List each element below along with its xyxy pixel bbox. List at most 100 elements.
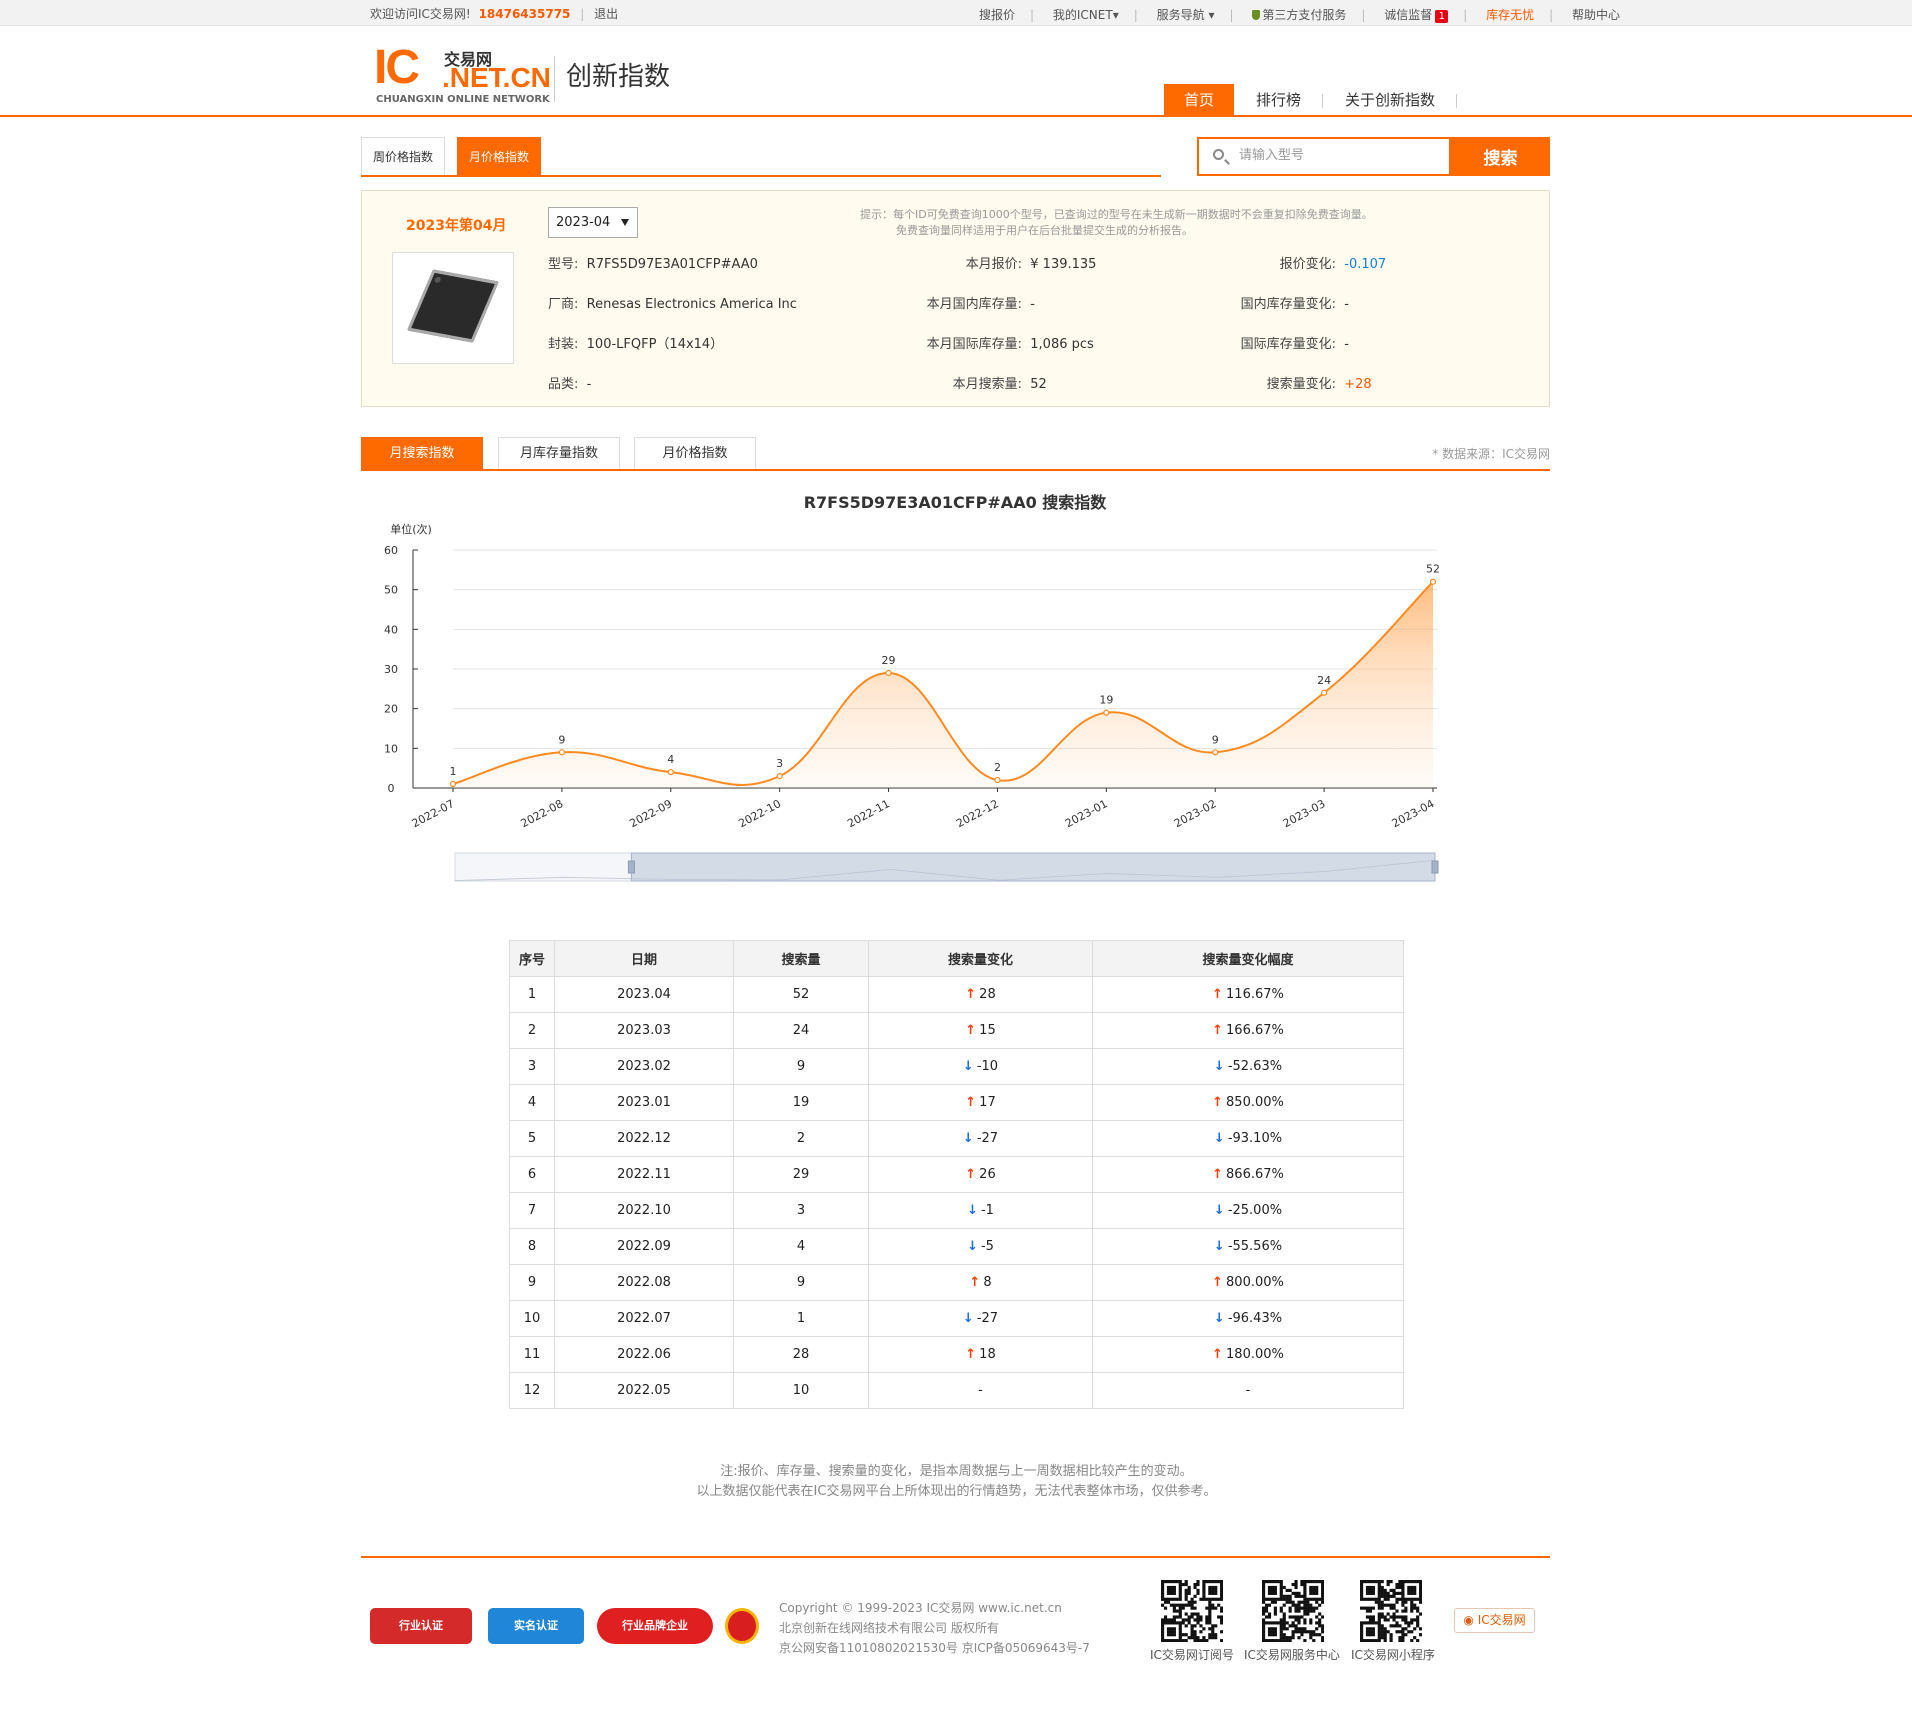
cell-count: 4 xyxy=(733,1228,869,1265)
caret-down-icon: ▾ xyxy=(1208,8,1215,22)
cell-change: ↑ 8 xyxy=(868,1264,1093,1301)
top-link-credit[interactable]: 诚信监督 1 xyxy=(1384,8,1449,23)
cell-no: 4 xyxy=(509,1084,555,1121)
table-row: 1 2023.04 52 ↑ 28 ↑ 116.67% xyxy=(509,976,1404,1013)
shield-icon xyxy=(1252,10,1261,20)
data-point xyxy=(667,769,674,776)
cell-no: 11 xyxy=(509,1336,555,1373)
top-link-help[interactable]: 帮助中心 xyxy=(1572,8,1620,22)
arrow-down-icon: ↓ xyxy=(967,1203,978,1218)
tab-monthly-price[interactable]: 月价格指数 xyxy=(457,137,541,175)
y-axis-label: 单位(次) xyxy=(390,522,432,536)
cell-date: 2022.09 xyxy=(554,1228,734,1265)
field-price-change: 报价变化: -0.107 xyxy=(1279,257,1387,272)
cell-count: 9 xyxy=(733,1264,869,1301)
series-area xyxy=(453,581,1433,788)
cell-date: 2022.11 xyxy=(554,1156,734,1193)
top-link-quote[interactable]: 搜报价 xyxy=(979,8,1015,22)
chip-icon xyxy=(407,269,499,343)
table-row: 11 2022.06 28 ↑ 18 ↑ 180.00% xyxy=(509,1336,1404,1373)
cell-no: 2 xyxy=(509,1012,555,1049)
data-label: 1 xyxy=(450,765,457,778)
data-source-note: * 数据来源：IC交易网 xyxy=(1432,447,1550,461)
welcome-text: 欢迎访问IC交易网! xyxy=(370,7,471,21)
top-link-my-icnet[interactable]: 我的ICNET▾ xyxy=(1053,8,1119,22)
col-count: 搜索量 xyxy=(733,940,869,977)
top-links: 搜报价 | 我的ICNET▾ | 服务导航 ▾ | 第三方支付服务 | 诚信监督 1 | 库… xyxy=(979,8,1621,23)
cell-change-pct: ↑ 866.67% xyxy=(1092,1156,1404,1193)
site-title: 创新指数 xyxy=(566,62,671,92)
field-category: 品类: - xyxy=(548,377,592,392)
top-link-stock[interactable]: 库存无忧 xyxy=(1486,8,1534,22)
tab-search-index[interactable]: 月搜索指数 xyxy=(361,437,483,469)
arrow-down-icon: ↓ xyxy=(1213,1131,1225,1146)
zoom-handle[interactable] xyxy=(627,860,635,874)
x-tick-label: 2022-12 xyxy=(954,797,1001,830)
top-link-service-nav[interactable]: 服务导航 ▾ xyxy=(1157,8,1215,22)
table-row: 3 2023.02 9 ↓ -10 ↓ -52.63% xyxy=(509,1048,1404,1085)
data-label: 19 xyxy=(1099,694,1113,707)
cell-no: 12 xyxy=(509,1372,555,1409)
col-change-pct: 搜索量变化幅度 xyxy=(1092,940,1404,977)
table-row: 4 2023.01 19 ↑ 17 ↑ 850.00% xyxy=(509,1084,1404,1121)
site-logo[interactable]: IC 交易网 .NET.CN CHUANGXIN ONLINE NETWORK xyxy=(374,44,551,106)
y-tick-label: 10 xyxy=(384,742,398,755)
cell-change-pct: ↑ 850.00% xyxy=(1092,1084,1404,1121)
cell-date: 2023.04 xyxy=(554,976,734,1013)
logo-net-text: .NET.CN xyxy=(442,62,551,93)
tab-weekly-price[interactable]: 周价格指数 xyxy=(361,137,445,175)
industry-cert-badge[interactable]: 行业认证 xyxy=(370,1608,472,1644)
footer-divider xyxy=(361,1556,1550,1558)
cell-count: 3 xyxy=(733,1192,869,1229)
field-package: 封装: 100-LFQFP（14x14） xyxy=(548,337,724,352)
search-icon xyxy=(1213,149,1224,160)
field-domestic-change: 国内库存量变化: - xyxy=(1240,297,1349,312)
logout-link[interactable]: 退出 xyxy=(594,7,618,21)
y-tick-label: 0 xyxy=(388,782,395,795)
date-select[interactable]: 2023-04 xyxy=(548,207,638,238)
cell-change-pct: ↑ 180.00% xyxy=(1092,1336,1404,1373)
cell-date: 2022.06 xyxy=(554,1336,734,1373)
x-tick-label: 2022-07 xyxy=(410,797,457,830)
arrow-down-icon: ↓ xyxy=(962,1311,974,1326)
arrow-up-icon: ↑ xyxy=(1212,1275,1224,1290)
realname-cert-badge[interactable]: 实名认证 xyxy=(488,1608,584,1644)
cell-date: 2023.01 xyxy=(554,1084,734,1121)
arrow-down-icon: ↓ xyxy=(1213,1311,1225,1326)
data-label: 2 xyxy=(994,761,1001,774)
index-tabs: 周价格指数 月价格指数 xyxy=(361,137,1161,177)
table-body: 1 2023.04 52 ↑ 28 ↑ 116.67% 2 2023.03 24 ↑ 15 ↑ 166.6… xyxy=(509,976,1404,1409)
part-info-panel: 2023年第04月 2023-04 提示：每个ID可免费查询1000个型号，已查… xyxy=(361,190,1550,407)
cell-date: 2022.07 xyxy=(554,1300,734,1337)
field-price: 本月报价: ¥ 139.135 xyxy=(965,257,1097,272)
x-tick-label: 2023-04 xyxy=(1390,797,1437,830)
cell-count: 24 xyxy=(733,1012,869,1049)
x-tick-label: 2023-01 xyxy=(1063,797,1110,830)
col-no: 序号 xyxy=(509,940,555,977)
cell-no: 9 xyxy=(509,1264,555,1301)
nav-about[interactable]: 关于创新指数 xyxy=(1323,84,1458,117)
y-tick-label: 50 xyxy=(384,584,398,597)
nav-home[interactable]: 首页 xyxy=(1164,84,1235,117)
arrow-down-icon: ↓ xyxy=(962,1131,974,1146)
weibo-link[interactable]: ◉ IC交易网 xyxy=(1454,1608,1535,1633)
table-row: 9 2022.08 9 ↑ 8 ↑ 800.00% xyxy=(509,1264,1404,1301)
tab-stock-index[interactable]: 月库存量指数 xyxy=(498,437,620,469)
arrow-up-icon: ↑ xyxy=(969,1275,981,1290)
table-header-row: 序号 日期 搜索量 搜索量变化 搜索量变化幅度 xyxy=(509,940,1404,977)
cell-no: 8 xyxy=(509,1228,555,1265)
zoom-handle[interactable] xyxy=(1431,860,1439,874)
cell-date: 2023.03 xyxy=(554,1012,734,1049)
search-button[interactable]: 搜索 xyxy=(1451,137,1550,176)
cell-change-pct: - xyxy=(1092,1372,1404,1409)
arrow-up-icon: ↑ xyxy=(1212,1095,1224,1110)
top-link-payment[interactable]: 第三方支付服务 xyxy=(1252,8,1346,22)
cell-change: ↑ 28 xyxy=(868,976,1093,1013)
brand-cert-badge[interactable]: 行业品牌企业 xyxy=(597,1608,713,1644)
tab-price-index[interactable]: 月价格指数 xyxy=(634,437,756,469)
seal-icon[interactable] xyxy=(725,1608,759,1644)
zoom-selection[interactable] xyxy=(630,852,1436,882)
user-phone-link[interactable]: 18476435775 xyxy=(479,7,571,21)
nav-ranking[interactable]: 排行榜 xyxy=(1234,84,1324,117)
search-input[interactable] xyxy=(1239,148,1439,163)
